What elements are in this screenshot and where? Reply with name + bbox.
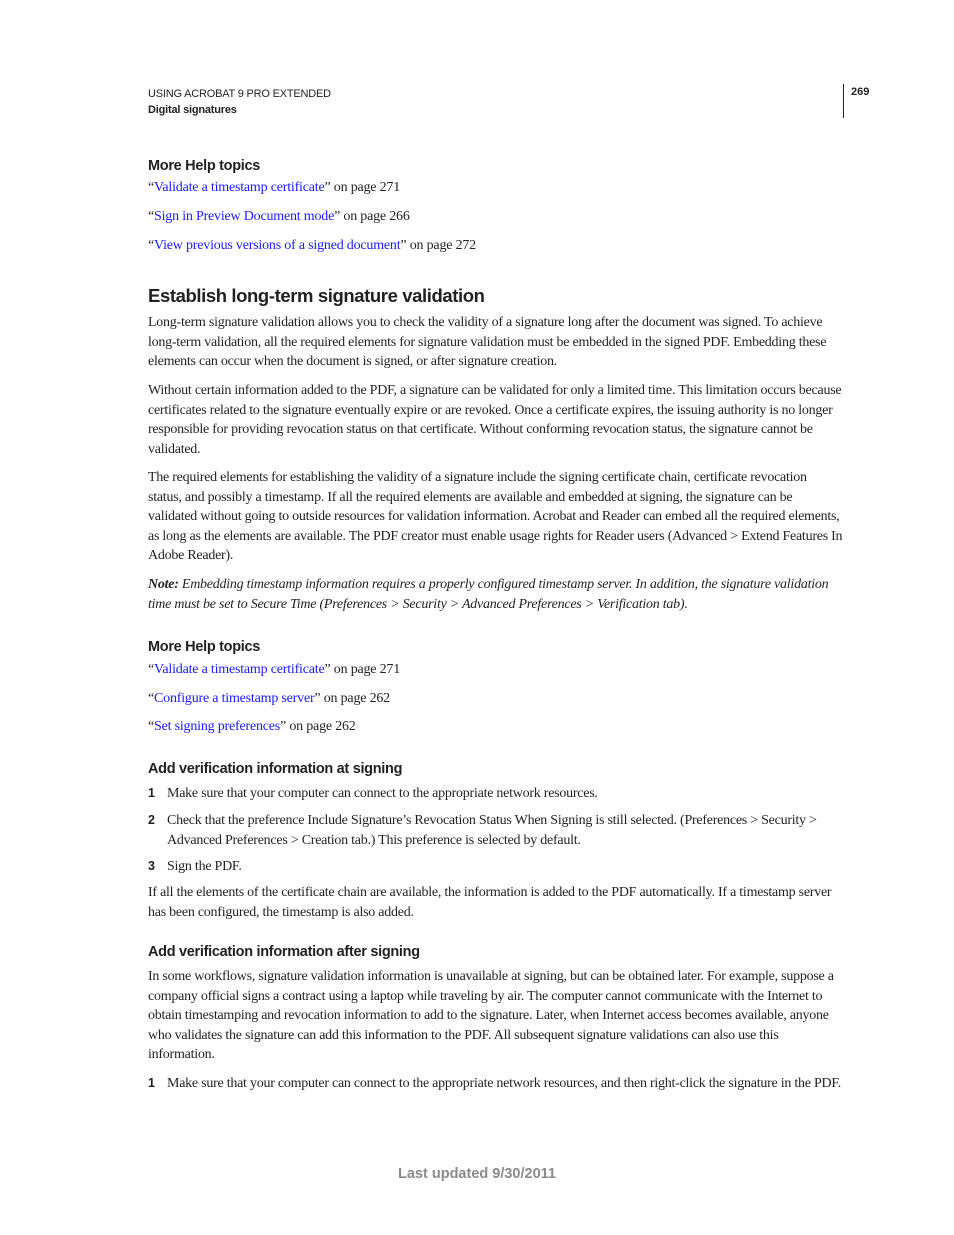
- step-item: 3 Sign the PDF.: [148, 857, 843, 877]
- body-paragraph: Long-term signature validation allows yo…: [148, 315, 827, 369]
- subsection-title: Add verification information after signi…: [148, 944, 420, 960]
- page-ref: ” on page 272: [400, 238, 476, 253]
- step-text: Check that the preference Include Signat…: [167, 813, 817, 848]
- help-link[interactable]: Set signing preferences: [154, 719, 280, 734]
- page-ref: ” on page 266: [334, 209, 410, 224]
- last-updated: Last updated 9/30/2011: [398, 1166, 556, 1182]
- help-link[interactable]: Configure a timestamp server: [154, 691, 315, 706]
- subsection-title: Add verification information at signing: [148, 761, 403, 777]
- page-ref: ” on page 271: [324, 662, 401, 677]
- body-paragraph: Without certain information added to the…: [148, 383, 842, 457]
- note-paragraph: Note: Embedding timestamp information re…: [148, 575, 843, 614]
- help-link-row: “Validate a timestamp certificate” on pa…: [148, 180, 400, 196]
- page-number: 269: [851, 86, 870, 98]
- help-link[interactable]: Validate a timestamp certificate: [154, 662, 325, 677]
- step-number: 1: [148, 786, 155, 800]
- more-help-heading: More Help topics: [148, 158, 261, 174]
- help-link-row: “Sign in Preview Document mode” on page …: [148, 209, 410, 225]
- help-link[interactable]: Sign in Preview Document mode: [154, 209, 334, 224]
- help-link-row: “Set signing preferences” on page 262: [148, 719, 356, 735]
- step-item: 1 Make sure that your computer can conne…: [148, 1074, 843, 1094]
- note-text: Embedding timestamp information requires…: [148, 577, 829, 612]
- body-paragraph: If all the elements of the certificate c…: [148, 885, 832, 920]
- help-link-row: “Validate a timestamp certificate” on pa…: [148, 662, 400, 678]
- page-ref: ” on page 271: [324, 180, 401, 195]
- step-number: 1: [148, 1076, 155, 1090]
- more-help-heading: More Help topics: [148, 639, 261, 655]
- page-ref: ” on page 262: [280, 719, 356, 734]
- help-link[interactable]: View previous versions of a signed docum…: [154, 238, 401, 253]
- note-label: Note:: [148, 577, 179, 592]
- step-item: 2 Check that the preference Include Sign…: [148, 811, 843, 850]
- help-link-row: “View previous versions of a signed docu…: [148, 238, 476, 254]
- body-paragraph: In some workflows, signature validation …: [148, 969, 834, 1062]
- page-ref: ” on page 262: [314, 691, 390, 706]
- book-title: USING ACROBAT 9 PRO EXTENDED: [148, 88, 331, 100]
- chapter-title: Digital signatures: [148, 104, 237, 116]
- step-item: 1 Make sure that your computer can conne…: [148, 784, 843, 804]
- step-text: Make sure that your computer can connect…: [167, 1076, 842, 1091]
- section-title: Establish long-term signature validation: [148, 285, 485, 306]
- step-number: 2: [148, 813, 155, 827]
- step-text: Sign the PDF.: [167, 859, 242, 874]
- help-link[interactable]: Validate a timestamp certificate: [154, 180, 325, 195]
- help-link-row: “Configure a timestamp server” on page 2…: [148, 691, 390, 707]
- step-text: Make sure that your computer can connect…: [167, 786, 598, 801]
- step-number: 3: [148, 859, 155, 873]
- body-paragraph: The required elements for establishing t…: [148, 470, 843, 563]
- header-divider: [843, 84, 844, 118]
